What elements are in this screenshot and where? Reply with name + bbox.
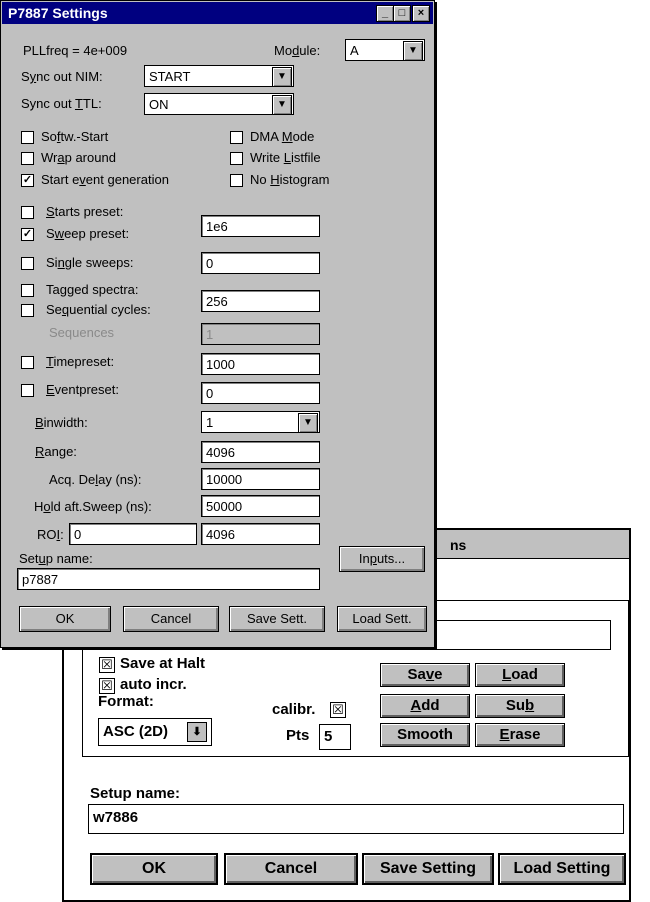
p7887-settings-window: P7887 Settings _ □ × PLLfreq = 4e+009 Mo…: [0, 0, 435, 648]
single-sweeps-label: Single sweeps:: [46, 255, 134, 270]
softw-start-label: Softw.-Start: [41, 129, 109, 144]
starts-preset-label: Starts preset:: [46, 204, 124, 219]
start-event-generation-checkbox[interactable]: ✓: [21, 174, 34, 187]
module-label: Module:: [274, 43, 321, 58]
write-listfile-checkbox[interactable]: [230, 152, 243, 165]
auto-incr-checkbox[interactable]: ☒: [99, 678, 115, 694]
sequential-cycles-checkbox[interactable]: [21, 304, 34, 317]
eventpreset-field[interactable]: 0: [201, 382, 320, 404]
format-dropdown-arrow-icon[interactable]: ⬇: [187, 722, 207, 742]
load-setting-button[interactable]: Load Setting: [498, 853, 626, 885]
ok-button[interactable]: OK: [19, 606, 111, 632]
start-event-generation-label: Start event generation: [41, 172, 169, 187]
save-button[interactable]: Save: [380, 663, 470, 687]
pllfreq-text: PLLfreq = 4e+009: [23, 43, 128, 58]
front-window-titlebar[interactable]: P7887 Settings _ □ ×: [2, 2, 433, 24]
sync-nim-value: START: [149, 69, 191, 84]
sync-ttl-label: Sync out TTL:: [21, 96, 102, 111]
load-sett-button[interactable]: Load Sett.: [337, 606, 427, 632]
binwidth-value: 1: [206, 415, 214, 430]
sequences-field: 1: [201, 323, 320, 345]
sync-ttl-select[interactable]: ON ▼: [144, 93, 294, 115]
binwidth-label: Binwidth:: [35, 415, 88, 430]
save-setting-button[interactable]: Save Setting: [362, 853, 494, 885]
maximize-icon[interactable]: □: [393, 5, 411, 22]
sweep-preset-label: Sweep preset:: [46, 226, 130, 241]
sequential-cycles-label: Sequential cycles:: [46, 302, 151, 317]
auto-incr-label: auto incr.: [120, 676, 187, 693]
format-label: Format:: [98, 693, 154, 710]
sync-nim-label: Sync out NIM:: [21, 69, 103, 84]
minimize-icon[interactable]: _: [376, 5, 394, 22]
pts-label: Pts: [286, 727, 310, 744]
module-select[interactable]: A ▼: [345, 39, 425, 61]
range-field[interactable]: 4096: [201, 441, 320, 463]
sub-button[interactable]: Sub: [475, 694, 565, 718]
wrap-around-label: Wrap around: [41, 150, 116, 165]
smooth-button[interactable]: Smooth: [380, 723, 470, 747]
tagged-spectra-checkbox[interactable]: [21, 284, 34, 297]
load-button[interactable]: Load: [475, 663, 565, 687]
format-value: ASC (2D): [103, 723, 169, 740]
calibr-label: calibr.: [272, 701, 316, 718]
acq-delay-label: Acq. Delay (ns):: [49, 472, 142, 487]
front-window-title: P7887 Settings: [8, 5, 108, 21]
chevron-down-icon[interactable]: ▼: [403, 41, 423, 61]
tagged-spectra-label: Tagged spectra:: [46, 282, 139, 297]
chevron-down-icon[interactable]: ▼: [298, 413, 318, 433]
add-button[interactable]: Add: [380, 694, 470, 718]
save-at-halt-label: Save at Halt: [120, 655, 206, 672]
save-sett-button[interactable]: Save Sett.: [229, 606, 325, 632]
back-setup-name-field[interactable]: w7886: [88, 804, 624, 834]
acq-delay-field[interactable]: 10000: [201, 468, 320, 490]
single-sweeps-checkbox[interactable]: [21, 257, 34, 270]
starts-preset-checkbox[interactable]: [21, 206, 34, 219]
roi-to-field[interactable]: 4096: [201, 523, 320, 545]
roi-label: ROI:: [37, 527, 64, 542]
write-listfile-label: Write Listfile: [250, 150, 321, 165]
wrap-around-checkbox[interactable]: [21, 152, 34, 165]
calibr-checkbox[interactable]: ☒: [330, 702, 346, 718]
setup-name-label: Setup name:: [19, 551, 93, 566]
back-ok-button[interactable]: OK: [90, 853, 218, 885]
binwidth-select[interactable]: 1 ▼: [201, 411, 320, 433]
close-icon[interactable]: ×: [412, 5, 430, 22]
sweep-preset-checkbox[interactable]: ✓: [21, 228, 34, 241]
dma-mode-checkbox[interactable]: [230, 131, 243, 144]
inputs-button[interactable]: Inputs...: [339, 546, 425, 572]
roi-from-field[interactable]: 0: [69, 523, 197, 545]
sequential-cycles-field[interactable]: 256: [201, 290, 320, 312]
eventpreset-label: Eventpreset:: [46, 382, 119, 397]
erase-button[interactable]: Erase: [475, 723, 565, 747]
softw-start-checkbox[interactable]: [21, 131, 34, 144]
sync-nim-select[interactable]: START ▼: [144, 65, 294, 87]
save-at-halt-checkbox[interactable]: ☒: [99, 657, 115, 673]
timepreset-label: Timepreset:: [46, 354, 115, 369]
hold-aft-sweep-label: Hold aft.Sweep (ns):: [34, 499, 152, 514]
sync-ttl-value: ON: [149, 97, 169, 112]
range-label: Range:: [35, 444, 77, 459]
no-histogram-checkbox[interactable]: [230, 174, 243, 187]
chevron-down-icon[interactable]: ▼: [272, 95, 292, 115]
timepreset-checkbox[interactable]: [21, 356, 34, 369]
dma-mode-label: DMA Mode: [250, 129, 315, 144]
setup-name-field[interactable]: p7887: [17, 568, 320, 590]
format-select[interactable]: ASC (2D) ⬇: [98, 718, 212, 746]
sequences-label: Sequences: [49, 325, 115, 340]
timepreset-field[interactable]: 1000: [201, 353, 320, 375]
pts-field[interactable]: 5: [319, 724, 351, 750]
back-setup-name-label: Setup name:: [90, 785, 181, 802]
back-cancel-button[interactable]: Cancel: [224, 853, 358, 885]
no-histogram-label: No Histogram: [250, 172, 330, 187]
single-sweeps-field[interactable]: 0: [201, 252, 320, 274]
module-value: A: [350, 43, 359, 58]
chevron-down-icon[interactable]: ▼: [272, 67, 292, 87]
back-window-title: ns: [450, 537, 467, 553]
hold-aft-sweep-field[interactable]: 50000: [201, 495, 320, 517]
cancel-button[interactable]: Cancel: [123, 606, 219, 632]
eventpreset-checkbox[interactable]: [21, 384, 34, 397]
sweep-preset-field[interactable]: 1e6: [201, 215, 320, 237]
